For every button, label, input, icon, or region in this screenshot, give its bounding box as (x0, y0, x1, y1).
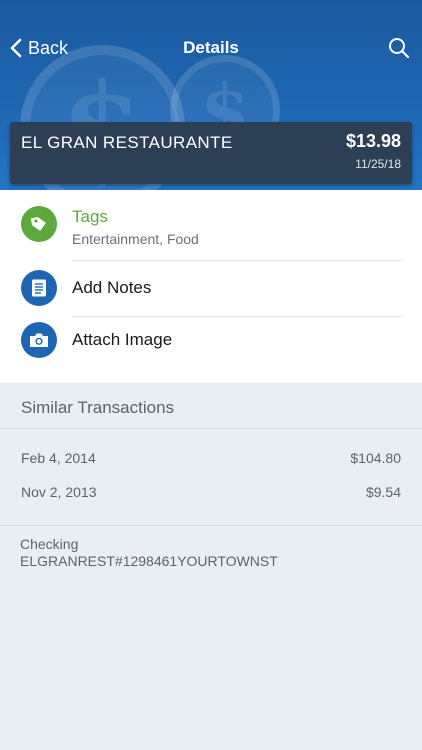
nav-bar: Back Details (0, 20, 422, 76)
chevron-left-icon (10, 38, 22, 58)
tag-icon (21, 206, 57, 242)
back-button[interactable]: Back (10, 20, 68, 76)
merchant-summary: EL GRAN RESTAURANTE $13.98 11/25/18 (10, 122, 412, 184)
tags-row[interactable]: Tags Entertainment, Food (0, 190, 422, 260)
tags-title: Tags (72, 207, 108, 226)
bank-description: ELGRANREST#1298461YOURTOWNST (20, 553, 278, 569)
transaction-date: 11/25/18 (355, 157, 401, 171)
divider (0, 525, 422, 526)
similar-transaction-date: Nov 2, 2013 (21, 484, 97, 500)
transaction-amount: $13.98 (345, 131, 401, 151)
similar-transaction-date: Feb 4, 2014 (21, 450, 96, 466)
search-icon (389, 38, 410, 59)
search-button[interactable] (388, 20, 410, 76)
account-info: Checking ELGRANREST#1298461YOURTOWNST (20, 536, 278, 570)
page-title: Details (183, 38, 239, 57)
attach-image-label: Attach Image (72, 330, 173, 349)
action-list: Tags Entertainment, Food Add Notes Attac… (0, 190, 422, 383)
divider (0, 428, 422, 429)
camera-icon (21, 322, 57, 358)
merchant-name: EL GRAN RESTAURANTE (21, 133, 233, 152)
account-type: Checking (20, 536, 79, 552)
similar-transaction-amount: $104.80 (350, 450, 401, 466)
add-notes-label: Add Notes (72, 278, 152, 297)
attach-image-row[interactable]: Attach Image (0, 316, 422, 372)
back-label: Back (28, 37, 69, 58)
add-notes-row[interactable]: Add Notes (0, 260, 422, 316)
similar-transaction-amount: $9.54 (365, 484, 401, 500)
tags-values: Entertainment, Food (72, 231, 199, 247)
similar-transactions-heading: Similar Transactions (21, 398, 175, 417)
notes-icon (21, 270, 57, 306)
